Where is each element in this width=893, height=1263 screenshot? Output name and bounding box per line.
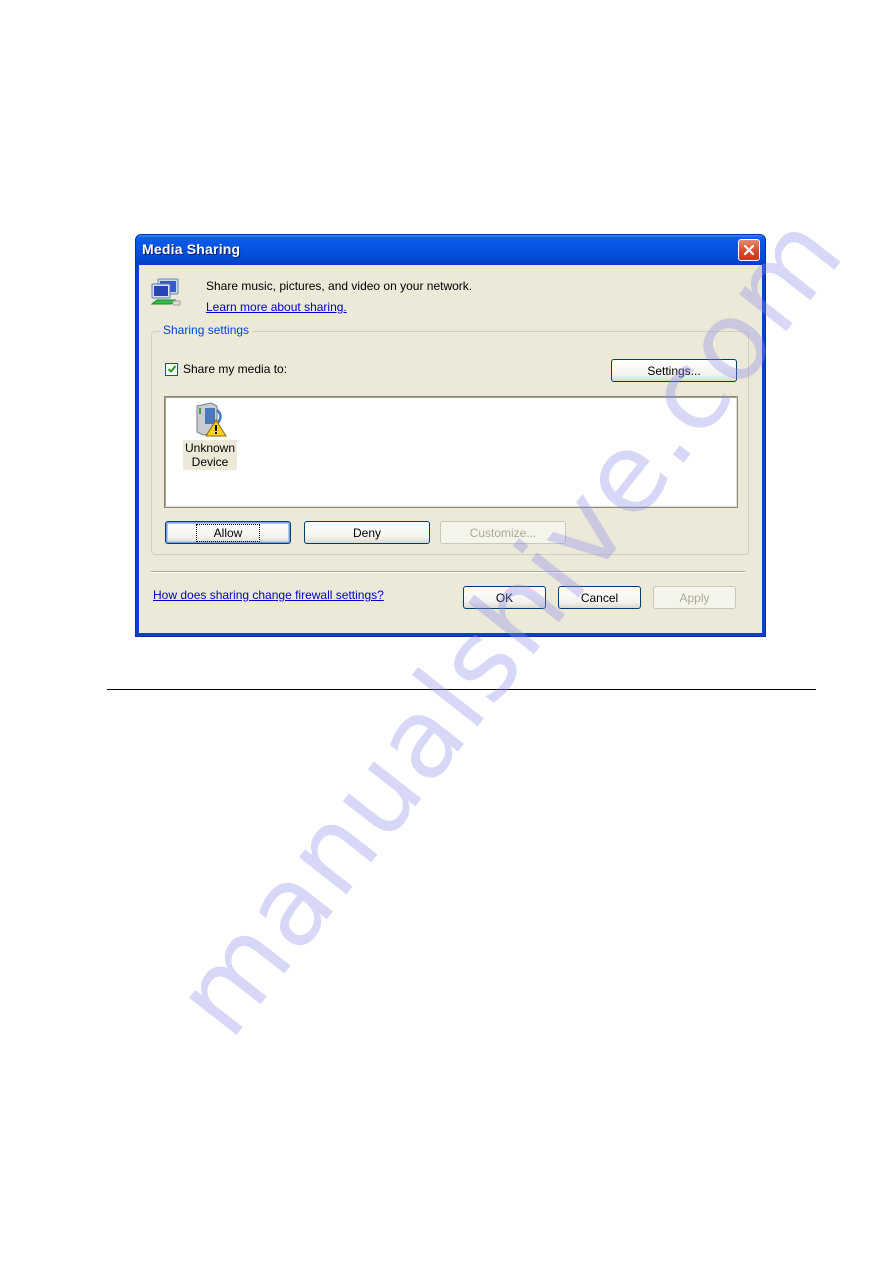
- dialog-title: Media Sharing: [142, 241, 241, 257]
- ok-button-label: OK: [495, 590, 514, 605]
- close-icon: [743, 244, 755, 256]
- apply-button: Apply: [653, 586, 736, 609]
- firewall-settings-link[interactable]: How does sharing change firewall setting…: [153, 588, 384, 602]
- checkmark-icon: [167, 365, 176, 373]
- learn-more-link[interactable]: Learn more about sharing.: [206, 300, 347, 314]
- close-button[interactable]: [738, 239, 760, 261]
- horizontal-rule: [107, 689, 816, 690]
- allow-button-label: Allow: [195, 523, 261, 542]
- apply-button-label: Apply: [679, 590, 710, 605]
- ok-button[interactable]: OK: [463, 586, 546, 609]
- settings-button-label: Settings...: [647, 363, 701, 378]
- title-bar[interactable]: Media Sharing: [136, 235, 765, 265]
- unknown-device-warning-icon: [196, 402, 227, 437]
- customize-button-label: Customize...: [469, 525, 537, 540]
- separator: [151, 571, 745, 573]
- share-media-label: Share my media to:: [183, 362, 288, 376]
- device-name-line1: Unknown: [184, 441, 236, 455]
- share-media-checkbox[interactable]: Share my media to:: [165, 362, 287, 376]
- checkbox-box[interactable]: [165, 362, 178, 376]
- cancel-button-label: Cancel: [580, 590, 619, 605]
- network-sharing-icon: [150, 278, 181, 306]
- allow-button[interactable]: Allow: [165, 521, 291, 544]
- media-sharing-dialog: Media Sharing Share music, pictures, and…: [135, 234, 766, 637]
- customize-button: Customize...: [440, 521, 566, 544]
- dialog-body: Share music, pictures, and video on your…: [139, 265, 762, 633]
- device-list[interactable]: Unknown Device: [164, 396, 738, 508]
- intro-text: Share music, pictures, and video on your…: [206, 279, 473, 293]
- device-item-unknown[interactable]: Unknown Device: [179, 400, 241, 470]
- cancel-button[interactable]: Cancel: [558, 586, 641, 609]
- device-name-line2: Device: [191, 455, 229, 469]
- device-label: Unknown Device: [182, 440, 238, 470]
- settings-button[interactable]: Settings...: [611, 359, 737, 382]
- sharing-settings-group: Sharing settings Share my media to: Sett…: [151, 323, 749, 555]
- deny-button[interactable]: Deny: [304, 521, 430, 544]
- deny-button-label: Deny: [352, 525, 381, 540]
- sharing-settings-label: Sharing settings: [160, 323, 253, 337]
